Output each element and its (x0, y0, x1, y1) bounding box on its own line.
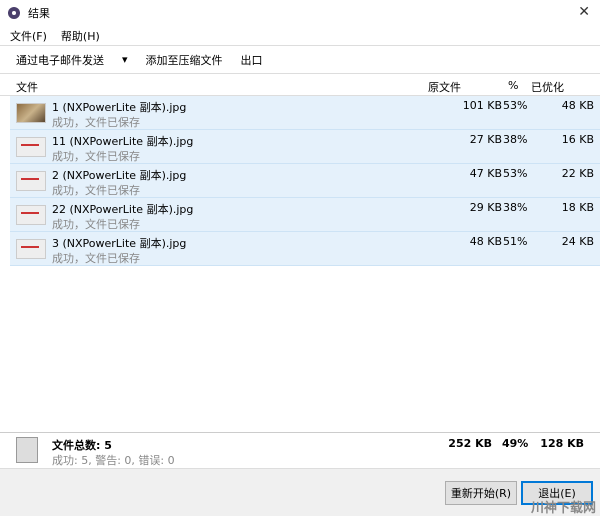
percent: 51% (503, 235, 528, 248)
percent: 38% (503, 201, 528, 214)
summary: 文件总数: 5 成功: 5, 警告: 0, 错误: 0 252 KB 49% 1… (0, 432, 600, 468)
optimized-size: 18 KB (561, 201, 594, 214)
toolbar: 通过电子邮件发送 ▾ 添加至压缩文件 出口 (0, 46, 600, 74)
file-name: 11 (NXPowerLite 副本).jpg (52, 135, 194, 148)
optimized-size: 16 KB (561, 133, 594, 146)
optimized-size: 24 KB (561, 235, 594, 248)
list-header: 文件 原文件 % 已优化 (0, 76, 600, 96)
total-percent: 49% (502, 437, 529, 450)
restart-button[interactable]: 重新开始(R) (445, 481, 517, 505)
original-size: 47 KB (469, 167, 502, 180)
column-file[interactable]: 文件 (16, 79, 38, 95)
original-size: 29 KB (469, 201, 502, 214)
file-row[interactable]: 22 (NXPowerLite 副本).jpg 成功，文件已保存 29 KB 3… (10, 198, 600, 232)
file-name: 22 (NXPowerLite 副本).jpg (52, 203, 194, 216)
menu-file[interactable]: 文件(F) (10, 28, 47, 44)
files-icon (16, 437, 38, 463)
menu-bar: 文件(F) 帮助(H) (0, 26, 600, 46)
file-status: 成功，文件已保存 (52, 218, 140, 231)
menu-help[interactable]: 帮助(H) (61, 28, 100, 44)
original-size: 27 KB (469, 133, 502, 146)
optimized-size: 22 KB (561, 167, 594, 180)
window-title: 结果 (28, 7, 50, 20)
file-status: 成功，文件已保存 (52, 252, 140, 265)
file-row[interactable]: 11 (NXPowerLite 副本).jpg 成功，文件已保存 27 KB 3… (10, 130, 600, 164)
file-name: 1 (NXPowerLite 副本).jpg (52, 101, 187, 114)
file-status: 成功，文件已保存 (52, 116, 140, 129)
original-size: 48 KB (469, 235, 502, 248)
file-row[interactable]: 2 (NXPowerLite 副本).jpg 成功，文件已保存 47 KB 53… (10, 164, 600, 198)
optimized-size: 48 KB (561, 99, 594, 112)
percent: 53% (503, 167, 528, 180)
total-files: 文件总数: 5 (52, 439, 112, 452)
close-icon[interactable]: ✕ (578, 4, 590, 20)
file-status: 成功，文件已保存 (52, 150, 140, 163)
chevron-down-icon[interactable]: ▾ (122, 53, 128, 66)
column-optimized[interactable]: 已优化 (531, 79, 564, 95)
thumbnail (16, 103, 46, 123)
thumbnail (16, 205, 46, 225)
thumbnail (16, 239, 46, 259)
zip-button[interactable]: 添加至压缩文件 (146, 52, 223, 68)
summary-detail: 成功: 5, 警告: 0, 错误: 0 (52, 454, 175, 467)
file-row[interactable]: 3 (NXPowerLite 副本).jpg 成功，文件已保存 48 KB 51… (10, 232, 600, 266)
thumbnail (16, 137, 46, 157)
file-list: 1 (NXPowerLite 副本).jpg 成功，文件已保存 101 KB 5… (10, 96, 600, 266)
total-optimized: 128 KB (540, 437, 584, 450)
file-name: 2 (NXPowerLite 副本).jpg (52, 169, 187, 182)
original-size: 101 KB (462, 99, 502, 112)
file-row[interactable]: 1 (NXPowerLite 副本).jpg 成功，文件已保存 101 KB 5… (10, 96, 600, 130)
email-button[interactable]: 通过电子邮件发送 (16, 52, 104, 68)
file-name: 3 (NXPowerLite 副本).jpg (52, 237, 187, 250)
total-original: 252 KB (448, 437, 492, 450)
export-button[interactable]: 出口 (241, 52, 263, 68)
watermark: 川神下载网 (530, 501, 596, 516)
file-status: 成功，文件已保存 (52, 184, 140, 197)
column-original[interactable]: 原文件 (428, 79, 461, 95)
button-bar: 重新开始(R) 退出(E) 川神下载网 (0, 468, 600, 516)
column-percent[interactable]: % (508, 79, 518, 92)
percent: 38% (503, 133, 528, 146)
title-bar: 结果 ✕ (0, 0, 600, 26)
percent: 53% (503, 99, 528, 112)
thumbnail (16, 171, 46, 191)
app-icon (8, 7, 20, 19)
